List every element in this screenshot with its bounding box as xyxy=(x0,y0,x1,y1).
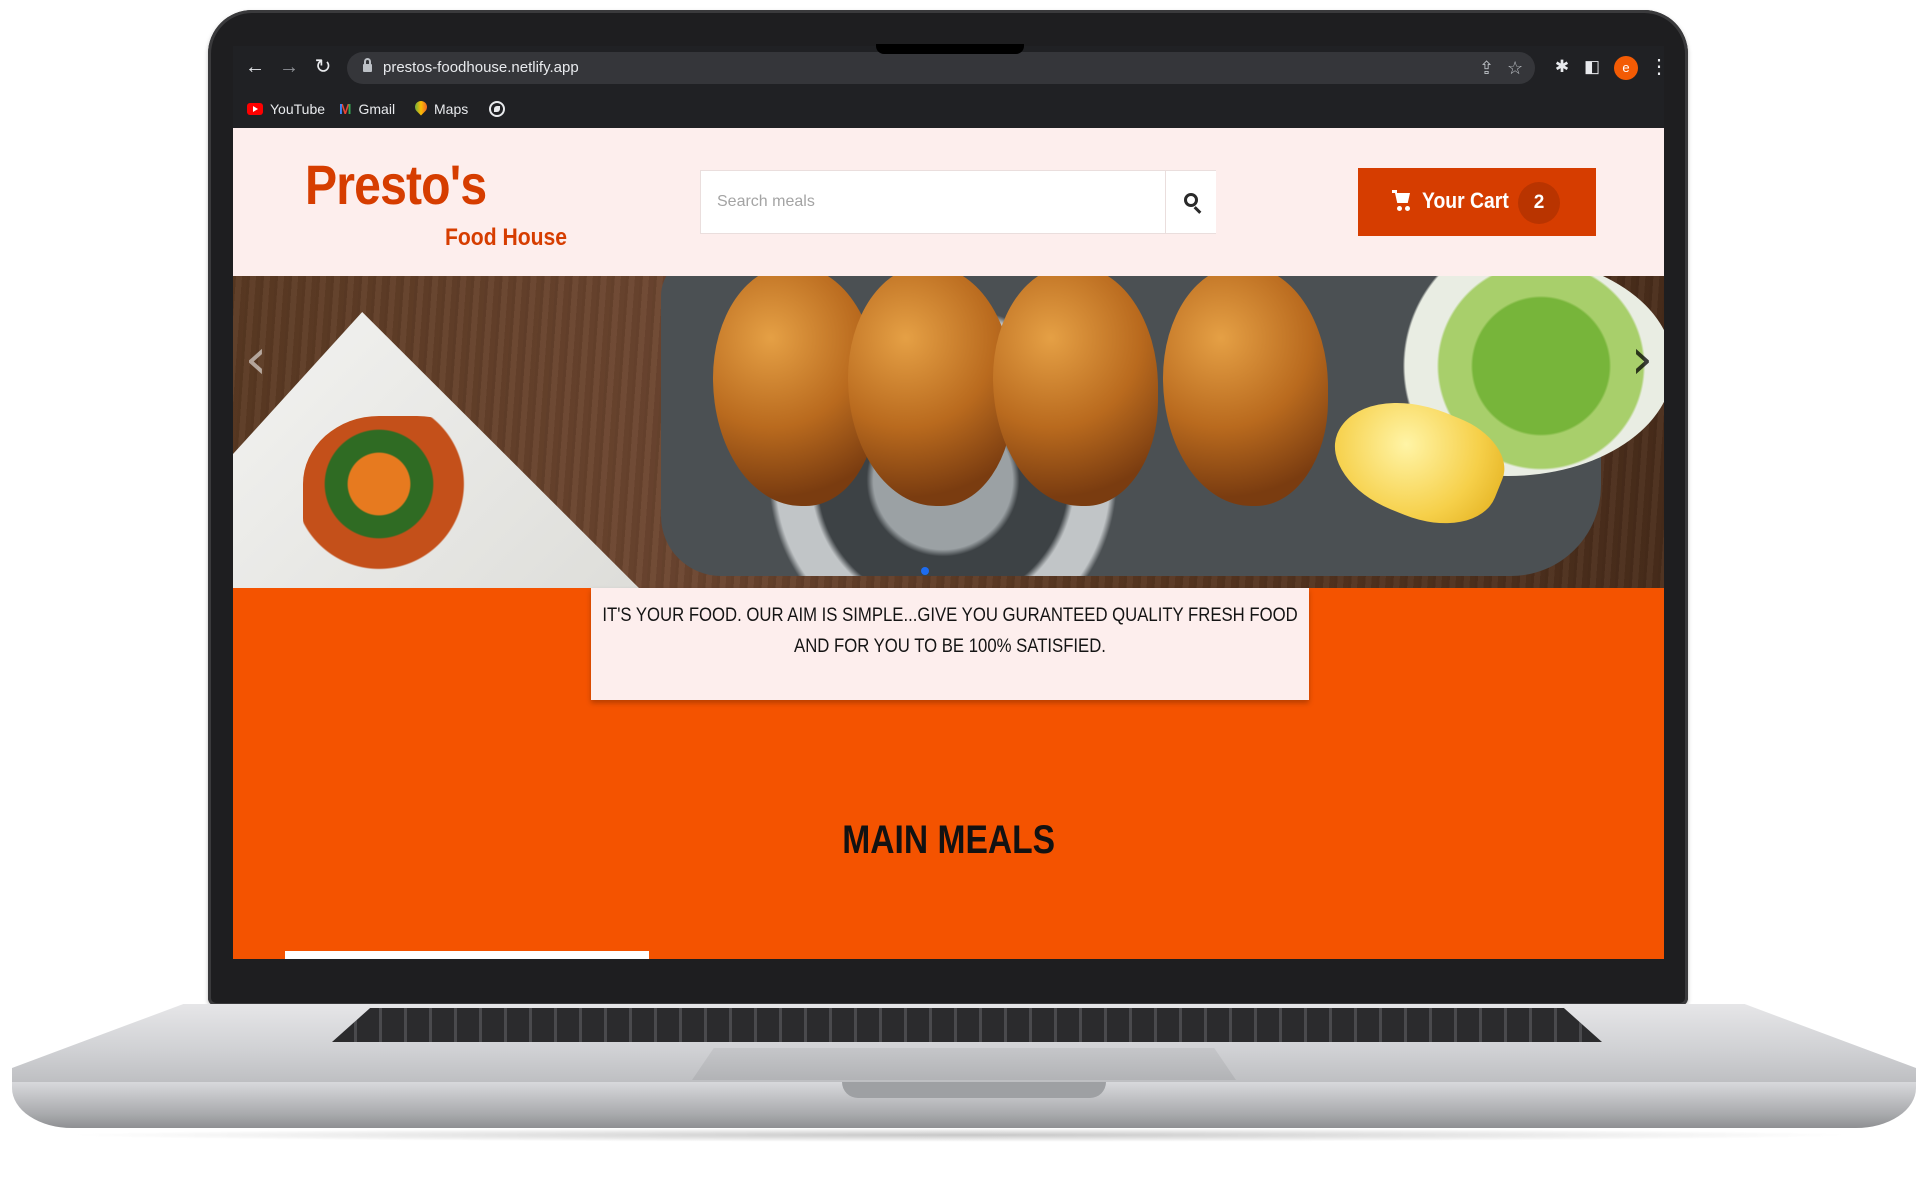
laptop-lid-notch xyxy=(842,1082,1106,1098)
carousel-indicator[interactable] xyxy=(921,567,929,575)
cart-count-badge: 2 xyxy=(1518,182,1560,224)
cart-button[interactable]: Your Cart 2 xyxy=(1358,168,1596,236)
url-text: prestos-foodhouse.netlify.app xyxy=(383,59,579,76)
laptop-mockup: ← → ↻ prestos-foodhouse.netlify.app ⇪ ☆ … xyxy=(0,0,1927,1189)
browser-menu-icon[interactable]: ⋮ xyxy=(1649,54,1664,80)
meal-card[interactable] xyxy=(285,951,649,959)
search-icon xyxy=(1184,193,1198,207)
cart-icon xyxy=(1392,190,1412,212)
laptop-base xyxy=(12,1004,1916,1134)
bookmark-maps[interactable]: Maps xyxy=(415,99,468,119)
extensions-icon[interactable]: ✱ xyxy=(1551,56,1573,78)
section-title-text: MAIN MEALS xyxy=(842,818,1055,862)
bookmark-gmail[interactable]: M Gmail xyxy=(339,99,395,119)
brand-logo-subtitle: Food House xyxy=(445,224,568,251)
bookmark-label: Gmail xyxy=(358,101,396,117)
tagline-card: IT'S YOUR FOOD. OUR AIM IS SIMPLE...GIVE… xyxy=(591,588,1309,700)
forward-icon[interactable]: → xyxy=(277,55,301,79)
bookmarks-bar: YouTube M Gmail Maps xyxy=(233,90,1664,128)
laptop-trackpad xyxy=(692,1048,1236,1080)
camera-notch xyxy=(876,44,1024,54)
tagline-text: IT'S YOUR FOOD. OUR AIM IS SIMPLE...GIVE… xyxy=(602,605,1298,657)
laptop-keyboard xyxy=(332,1008,1602,1042)
laptop-screen: ← → ↻ prestos-foodhouse.netlify.app ⇪ ☆ … xyxy=(233,46,1664,959)
maps-icon xyxy=(415,101,427,117)
share-icon[interactable]: ⇪ xyxy=(1479,57,1494,79)
profile-avatar[interactable]: e xyxy=(1614,56,1638,80)
carousel-prev-icon[interactable]: ‹ xyxy=(243,330,269,390)
lock-icon[interactable] xyxy=(363,58,372,73)
garnish-image xyxy=(303,416,493,586)
search-input[interactable] xyxy=(701,171,1165,233)
webpage: Presto's Food House Your Cart 2 xyxy=(233,128,1664,959)
bookmark-label: Maps xyxy=(434,101,469,117)
youtube-icon xyxy=(247,103,263,115)
bookmark-label: YouTube xyxy=(270,101,326,117)
carousel-next-icon[interactable]: › xyxy=(1629,330,1655,390)
hero-carousel: ‹ › xyxy=(233,276,1664,588)
side-panel-icon[interactable]: ◧ xyxy=(1581,56,1603,78)
cart-label: Your Cart xyxy=(1422,188,1509,213)
bookmark-youtube[interactable]: YouTube xyxy=(247,99,325,119)
bookmark-star-icon[interactable]: ☆ xyxy=(1507,57,1523,79)
brand-logo-title[interactable]: Presto's xyxy=(305,152,487,217)
address-bar[interactable]: prestos-foodhouse.netlify.app ⇪ ☆ xyxy=(347,52,1535,84)
reload-icon[interactable]: ↻ xyxy=(311,55,335,79)
bookmark-globe[interactable] xyxy=(489,99,505,119)
back-icon[interactable]: ← xyxy=(243,55,267,79)
globe-icon xyxy=(489,101,505,117)
section-title: MAIN MEALS xyxy=(233,818,1664,863)
gmail-icon: M xyxy=(339,100,352,118)
search-button[interactable] xyxy=(1165,171,1216,233)
search-bar xyxy=(700,170,1216,234)
site-header: Presto's Food House Your Cart 2 xyxy=(233,128,1664,276)
